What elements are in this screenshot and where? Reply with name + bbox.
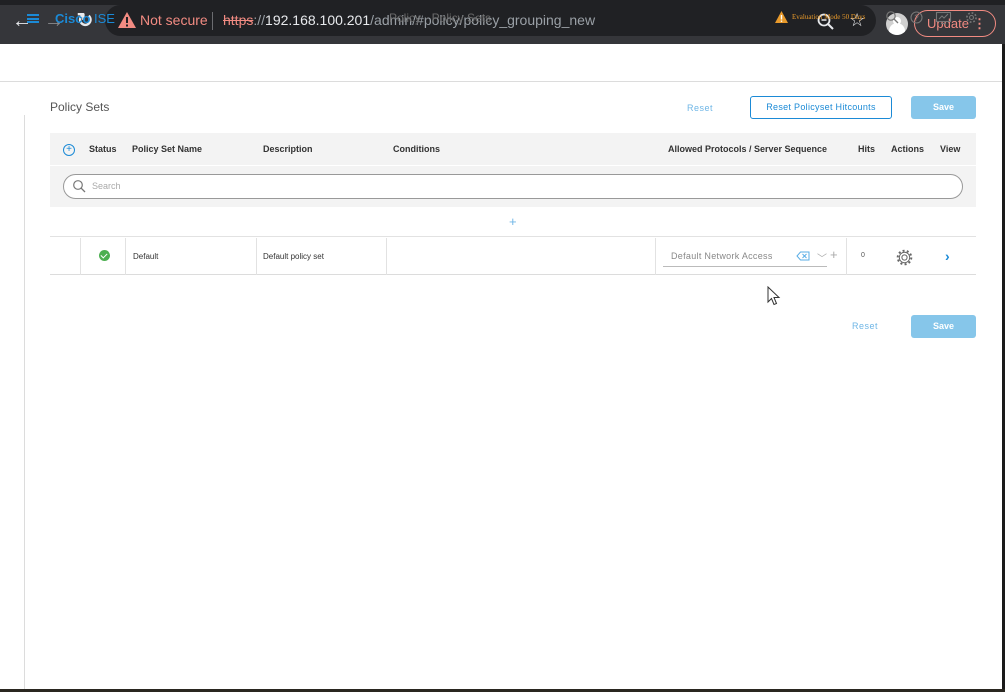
evaluation-warning-icon	[775, 11, 788, 23]
cell-divider	[655, 238, 656, 275]
header-title: Policy · Policy Sets	[389, 11, 492, 25]
app-header	[0, 44, 1005, 82]
cell-divider	[80, 238, 81, 275]
url-scheme-sep: ://	[253, 12, 266, 28]
not-secure-label[interactable]: Not secure	[140, 12, 208, 28]
brand-rest: ISE	[90, 11, 115, 26]
url-scheme: https	[223, 12, 254, 28]
omnibox-separator	[212, 12, 213, 30]
insert-row-plus-icon[interactable]: +	[509, 214, 517, 229]
cell-divider	[386, 238, 387, 275]
status-enabled-icon[interactable]	[99, 250, 110, 261]
hamburger-menu-icon[interactable]	[27, 14, 39, 23]
search-icon[interactable]	[885, 10, 900, 25]
browser-window: ← → ↻ Not secure https://192.168.100.201…	[0, 0, 1005, 692]
gear-icon[interactable]	[896, 249, 913, 266]
cell-divider	[256, 238, 257, 275]
settings-gear-icon[interactable]	[964, 10, 979, 25]
reset-button[interactable]: Reset	[687, 103, 713, 113]
clear-selection-icon[interactable]	[796, 251, 810, 261]
left-navigation-rail	[0, 115, 25, 692]
reset-policyset-hitcounts-button[interactable]: Reset Policyset Hitcounts	[750, 96, 892, 119]
column-header-hits[interactable]: Hits	[858, 144, 875, 154]
column-header-actions: Actions	[891, 144, 925, 154]
footer-save-button[interactable]: Save	[911, 315, 976, 338]
search-input[interactable]	[92, 181, 892, 191]
evaluation-mode-text[interactable]: Evaluation Mode 50 Days	[792, 13, 865, 21]
policy-set-description[interactable]: Default policy set	[263, 252, 324, 261]
chevron-down-icon[interactable]: ﹀	[817, 250, 827, 265]
cell-divider	[125, 238, 126, 275]
mouse-pointer-icon	[767, 286, 781, 306]
column-header-allowed-protocols[interactable]: Allowed Protocols / Server Sequence	[668, 144, 827, 154]
dashboard-monitor-icon[interactable]	[935, 10, 952, 25]
page-title: Policy Sets	[50, 100, 110, 114]
allowed-protocols-value: Default Network Access	[671, 251, 773, 261]
url-host: 192.168.100.201	[265, 12, 371, 28]
help-icon[interactable]: ?	[909, 10, 924, 25]
search-icon	[73, 180, 86, 193]
column-header-description[interactable]: Description	[263, 144, 313, 154]
add-protocol-plus-icon[interactable]: +	[830, 247, 838, 262]
chevron-right-icon[interactable]: ›	[945, 248, 950, 264]
update-button[interactable]: Update ⋮	[914, 10, 996, 37]
column-header-conditions[interactable]: Conditions	[393, 144, 440, 154]
footer-reset-button[interactable]: Reset	[852, 321, 878, 331]
column-header-view: View	[940, 144, 961, 154]
warning-icon[interactable]	[117, 10, 137, 30]
hits-count: 0	[861, 252, 865, 259]
column-header-status[interactable]: Status	[89, 144, 117, 154]
brand-strong: Cisco	[55, 11, 91, 26]
add-policy-set-icon[interactable]: +	[63, 144, 75, 156]
app-brand[interactable]: Cisco ISE	[55, 11, 115, 26]
column-header-policy-set-name[interactable]: Policy Set Name	[132, 144, 202, 154]
save-button[interactable]: Save	[911, 96, 976, 119]
cell-divider	[846, 238, 847, 275]
policy-set-name[interactable]: Default	[133, 252, 158, 261]
svg-text:?: ?	[914, 14, 919, 23]
